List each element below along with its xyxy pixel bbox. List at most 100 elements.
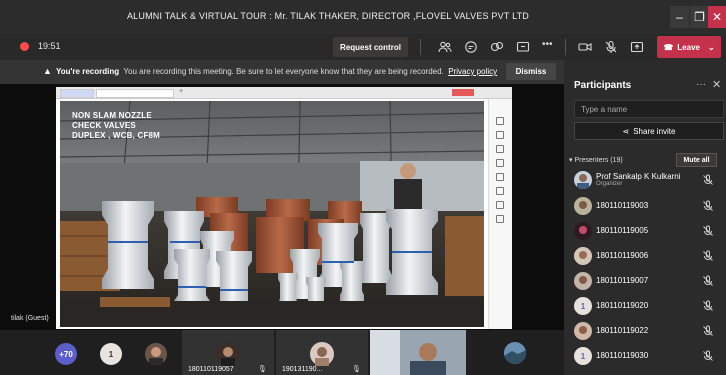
shared-screen: + NON SLAM NOZZLE CHECK VALVES DUPLEX , … [56, 87, 512, 329]
browser-tab-strip: + [56, 87, 512, 99]
request-control-button[interactable]: Request control [333, 37, 408, 57]
people-icon[interactable] [438, 40, 452, 54]
mic-off-icon [703, 300, 713, 311]
tool-icon [496, 201, 504, 209]
browser-tab [96, 89, 174, 98]
mic-off-icon [703, 350, 713, 361]
tile-label: 190131190... [282, 366, 323, 373]
avatar [574, 197, 592, 215]
tool-icon [496, 131, 504, 139]
record-badge [452, 89, 474, 96]
overflow-participants[interactable]: +70 [55, 343, 77, 365]
presenters-count: Presenters (19) [574, 157, 623, 164]
maximize-button[interactable]: ❐ [690, 6, 709, 28]
tool-icon [496, 173, 504, 181]
tool-icon [496, 215, 504, 223]
participant-row[interactable]: 180110119005 [574, 221, 724, 243]
search-input[interactable]: Type a name [574, 100, 724, 118]
avatar [574, 222, 592, 240]
avatar: 1 [574, 347, 592, 365]
chat-icon[interactable] [464, 40, 478, 54]
mic-off-icon[interactable] [604, 40, 618, 54]
browser-tab [60, 89, 94, 98]
participant-row[interactable]: 180110119022 [574, 321, 724, 343]
video-tile[interactable]: 180110119057 🎙 [182, 330, 274, 375]
avatar [574, 272, 592, 290]
share-invite-label: Share invite [633, 126, 676, 136]
privacy-policy-link[interactable]: Privacy policy [448, 67, 497, 76]
participant-name: 180110119003 [596, 201, 649, 210]
close-panel-icon[interactable]: ✕ [712, 78, 721, 91]
participant-name: 180110119007 [596, 276, 649, 285]
participant-name: 180110119020 [596, 301, 649, 310]
participant-row[interactable]: 1 180110119020 [574, 296, 724, 318]
reactions-icon[interactable] [490, 40, 504, 54]
recording-indicator-icon [20, 42, 29, 51]
participant-row[interactable]: 180110119007 [574, 271, 724, 293]
mic-off-icon [703, 200, 713, 211]
panel-title: Participants [574, 80, 632, 91]
tile-label: 180110119057 [188, 366, 234, 373]
participant-avatar[interactable]: 1 [100, 343, 122, 365]
participant-row[interactable]: 180110119003 [574, 196, 724, 218]
recording-title: You're recording [56, 67, 120, 76]
participant-row[interactable]: 180110119006 [574, 246, 724, 268]
recording-message: You're recording You are recording this … [56, 67, 497, 76]
video-tile[interactable] [370, 330, 466, 375]
minimize-button[interactable]: – [670, 6, 689, 28]
video-tile[interactable]: 190131190... 🎙 [276, 330, 368, 375]
mic-off-icon: 🎙 [258, 366, 267, 373]
mic-off-icon [703, 325, 713, 336]
close-button[interactable]: ✕ [708, 6, 726, 28]
browser-side-toolbar [488, 99, 512, 329]
title-bar: ALUMNI TALK & VIRTUAL TOUR : Mr. TILAK T… [0, 0, 726, 34]
leave-label: Leave [677, 42, 700, 52]
tool-icon [496, 187, 504, 195]
participant-row[interactable]: Prof Sankalp K Kulkarni Organizer [574, 170, 724, 192]
participant-avatar[interactable] [145, 343, 167, 365]
avatar [574, 247, 592, 265]
participant-row[interactable]: 1 180110119030 [574, 346, 724, 368]
toolbar-divider [420, 39, 421, 55]
tool-icon [496, 117, 504, 125]
participant-name: 180110119030 [596, 351, 649, 360]
slide-line: CHECK VALVES [72, 121, 136, 130]
warning-icon: ▲ [43, 66, 52, 76]
camera-off-icon[interactable] [578, 40, 592, 54]
avatar: 1 [574, 297, 592, 315]
share-tray-icon[interactable] [516, 40, 530, 54]
share-icon[interactable] [630, 40, 644, 54]
participants-panel: Participants ··· ✕ Type a name ⋖ Share i… [564, 60, 726, 375]
mute-all-button[interactable]: Mute all [676, 153, 717, 167]
hang-up-icon: ☎ [663, 42, 674, 52]
participant-name: Prof Sankalp K Kulkarni [596, 172, 681, 181]
tool-icon [496, 145, 504, 153]
dismiss-button[interactable]: Dismiss [506, 63, 556, 80]
share-icon: ⋖ [622, 126, 630, 136]
presenters-header[interactable]: ▾ Presenters (19) [569, 156, 623, 164]
mic-off-icon [703, 250, 713, 261]
avatar [574, 171, 592, 189]
toolbar-divider [565, 39, 566, 55]
new-tab-icon: + [179, 88, 184, 95]
slide-line: DUPLEX , WCB, CF8M [72, 131, 161, 140]
mic-off-icon [703, 275, 713, 286]
chevron-down-icon: ▾ [569, 157, 573, 164]
chevron-down-icon[interactable]: ⌄ [708, 43, 715, 52]
recording-banner: ▲ You're recording You are recording thi… [0, 60, 564, 84]
tool-icon [496, 159, 504, 167]
more-options-icon[interactable]: ··· [696, 79, 706, 90]
slide-line: NON SLAM NOZZLE [72, 111, 152, 120]
share-invite-button[interactable]: ⋖ Share invite [574, 122, 724, 140]
meeting-toolbar: 19:51 Request control ••• ☎ Leave ⌄ [0, 34, 726, 60]
participant-photo [310, 342, 334, 366]
leave-button[interactable]: ☎ Leave ⌄ [657, 36, 721, 58]
participant-name: 180110119006 [596, 251, 649, 260]
recording-text: You are recording this meeting. Be sure … [123, 67, 444, 76]
more-icon[interactable]: ••• [542, 39, 553, 50]
avatar [574, 322, 592, 340]
meeting-timer: 19:51 [38, 41, 61, 51]
slide-caption: NON SLAM NOZZLE CHECK VALVES DUPLEX , WC… [72, 111, 160, 141]
participant-avatar[interactable] [504, 342, 526, 364]
mic-off-icon: 🎙 [352, 366, 361, 373]
